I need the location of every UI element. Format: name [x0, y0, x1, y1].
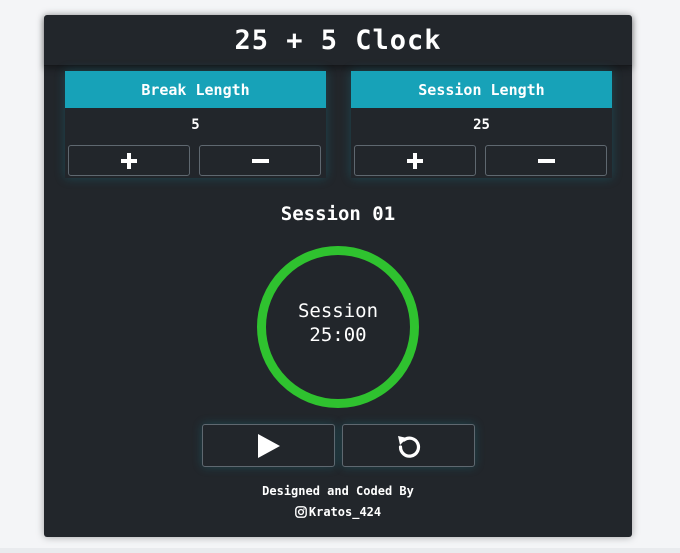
reset-icon: [397, 435, 420, 458]
play-icon: [257, 433, 280, 458]
timer-time: 25:00: [309, 324, 367, 346]
session-decrement-button[interactable]: [485, 145, 607, 176]
break-length-panel: Break Length 5: [65, 71, 326, 178]
page: 25 + 5 Clock Break Length 5 Session Leng…: [0, 0, 680, 553]
credit-text: Designed and Coded By: [262, 484, 414, 498]
app-title: 25 + 5 Clock: [234, 24, 442, 56]
break-length-label: Break Length: [65, 71, 326, 108]
break-increment-button[interactable]: [68, 145, 190, 176]
app-header: 25 + 5 Clock: [44, 15, 632, 66]
timer-mode-label: Session: [297, 300, 379, 322]
break-decrement-button[interactable]: [199, 145, 321, 176]
session-length-panel: Session Length 25: [351, 71, 612, 178]
page-bottom-strip: [0, 548, 680, 553]
break-length-value: 5: [191, 117, 200, 133]
session-length-label: Session Length: [351, 71, 612, 108]
session-length-value: 25: [473, 117, 490, 133]
minus-icon: [251, 158, 269, 163]
minus-icon: [537, 158, 555, 163]
credit-handle-row: Kratos_424: [44, 505, 632, 519]
instagram-icon: [294, 506, 307, 518]
play-button[interactable]: [202, 424, 335, 467]
session-increment-button[interactable]: [354, 145, 476, 176]
plus-icon: [407, 152, 423, 169]
reset-button[interactable]: [342, 424, 475, 467]
plus-icon: [121, 152, 137, 169]
session-counter: Session 01: [280, 203, 396, 225]
clock-app: 25 + 5 Clock Break Length 5 Session Leng…: [44, 15, 632, 537]
author-handle[interactable]: Kratos_424: [309, 505, 381, 519]
